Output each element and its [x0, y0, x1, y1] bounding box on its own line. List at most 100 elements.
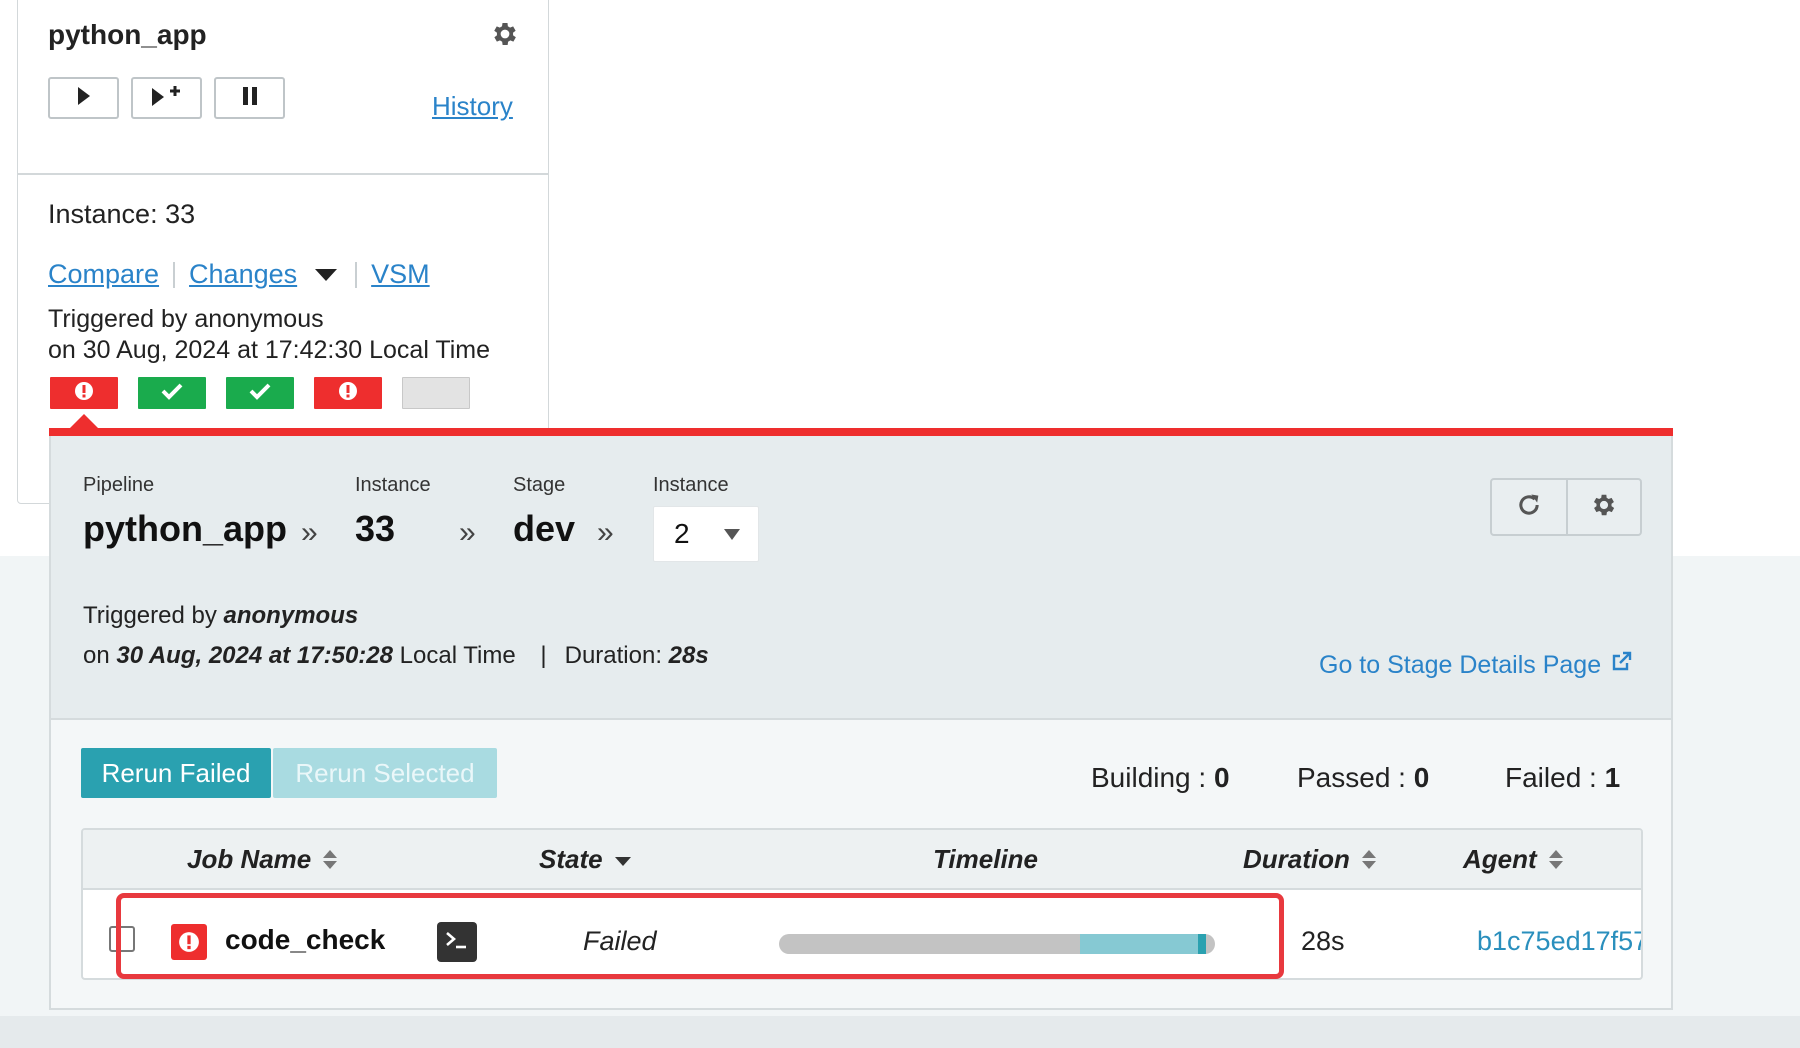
history-link[interactable]: History [432, 91, 513, 122]
jobs-table: Job Name State Timeline Duration Agent c… [81, 828, 1643, 980]
stage-datetime: 30 Aug, 2024 at 17:50:28 [116, 642, 393, 669]
failed-count-label: Failed : [1505, 762, 1597, 793]
link-separator [355, 261, 358, 288]
job-timeline-bar [779, 934, 1215, 954]
page-footer-band [0, 1016, 1800, 1048]
duration-value: 28s [668, 642, 709, 669]
stage-bar-failed[interactable] [314, 377, 382, 409]
console-log-button[interactable] [437, 922, 477, 962]
changes-dropdown-caret-icon[interactable] [315, 268, 338, 281]
local-time-suffix: Local Time [392, 642, 516, 669]
crumb-stage-label: Stage [513, 474, 566, 496]
job-failed-status-icon [171, 924, 207, 960]
pipeline-title[interactable]: python_app [48, 19, 207, 51]
play-plus-icon [150, 85, 184, 112]
state-header-label: State [539, 844, 603, 874]
stage-overview-header: Pipeline python_app » Instance 33 » Stag… [51, 436, 1671, 720]
column-header-duration[interactable]: Duration [1243, 844, 1376, 875]
stage-bar-passed[interactable] [226, 377, 294, 409]
stage-instance-value: 2 [674, 518, 690, 549]
stage-time-duration: on 30 Aug, 2024 at 17:50:28 Local Time |… [83, 642, 709, 670]
on-prefix: on [83, 642, 117, 669]
instance-links: Compare Changes VSM [48, 259, 430, 290]
stage-bar-unknown[interactable] [402, 377, 470, 409]
timeline-build-segment [1080, 934, 1206, 954]
timeline-end-marker [1198, 934, 1206, 954]
meta-divider: | [540, 642, 547, 669]
terminal-icon [444, 929, 470, 956]
trigger-with-options-button[interactable] [131, 77, 202, 119]
crumb-instance-label: Instance [355, 474, 431, 496]
breadcrumb-chevron-icon: » [459, 516, 476, 549]
stage-bar-passed[interactable] [138, 377, 206, 409]
stage-bar-failed[interactable] [50, 377, 118, 409]
instance-label: Instance: 33 [48, 199, 196, 229]
go-to-stage-details-link[interactable]: Go to Stage Details Page [1319, 650, 1633, 681]
trigger-button[interactable] [48, 77, 119, 119]
stage-overview-panel: Pipeline python_app » Instance 33 » Stag… [49, 428, 1673, 1010]
timeline-header-label: Timeline [933, 844, 1039, 874]
refresh-button[interactable] [1492, 480, 1566, 534]
job-state: Failed [583, 926, 657, 956]
agent-header-label: Agent [1463, 844, 1537, 874]
triggered-prefix: Triggered by [83, 602, 224, 629]
job-name-link[interactable]: code_check [225, 924, 385, 956]
pause-icon [242, 86, 258, 111]
stage-status-top-border [49, 428, 1673, 436]
job-select-checkbox[interactable] [109, 926, 135, 952]
crumb-instance-value: 33 [355, 508, 396, 549]
stage-instance-select[interactable]: 2 [653, 506, 759, 562]
crumb-stage-instance-label: Instance [653, 474, 729, 496]
refresh-icon [1515, 491, 1543, 524]
go-to-stage-details-label: Go to Stage Details Page [1319, 651, 1602, 679]
rerun-selected-button[interactable]: Rerun Selected [273, 748, 497, 798]
breadcrumb-chevron-icon: » [597, 516, 614, 549]
job-duration: 28s [1301, 926, 1345, 956]
check-icon [161, 382, 183, 405]
sort-icon [1548, 850, 1563, 869]
pause-button[interactable] [214, 77, 285, 119]
vsm-link[interactable]: VSM [371, 259, 430, 290]
exclamation-icon [74, 381, 94, 406]
link-separator [173, 261, 176, 288]
passed-count: Passed : 0 [1297, 762, 1429, 794]
column-header-job-name[interactable]: Job Name [187, 844, 338, 875]
stage-triggered-by: Triggered by anonymous [83, 602, 358, 630]
failed-count-value: 1 [1604, 762, 1621, 793]
stage-settings-button[interactable] [1565, 480, 1640, 534]
crumb-pipeline-label: Pipeline [83, 474, 155, 496]
external-link-icon [1609, 650, 1633, 681]
duration-label: Duration: [564, 642, 669, 669]
building-count-label: Building : [1091, 762, 1207, 793]
dropdown-arrow-icon [724, 529, 740, 540]
crumb-pipeline-value: python_app [83, 508, 287, 549]
job-agent-link[interactable]: b1c75ed17f57 [1477, 926, 1641, 957]
card-divider [18, 173, 548, 175]
building-count: Building : 0 [1091, 762, 1230, 794]
gear-icon [1590, 491, 1618, 524]
duration-header-label: Duration [1243, 844, 1350, 874]
check-icon [249, 382, 271, 405]
selected-stage-pointer [70, 414, 98, 428]
triggered-by-user: anonymous [223, 602, 359, 629]
exclamation-icon [338, 381, 358, 406]
column-header-agent[interactable]: Agent [1463, 844, 1563, 875]
passed-count-value: 0 [1413, 762, 1430, 793]
changes-link[interactable]: Changes [189, 259, 297, 290]
jobs-table-header: Job Name State Timeline Duration Agent [83, 830, 1641, 890]
triggered-time-text: on 30 Aug, 2024 at 17:42:30 Local Time [48, 336, 491, 364]
sort-icon [323, 850, 338, 869]
column-header-state[interactable]: State [539, 844, 631, 875]
rerun-failed-button[interactable]: Rerun Failed [81, 748, 271, 798]
column-header-timeline: Timeline [933, 844, 1038, 875]
pipeline-settings-gear-icon[interactable] [490, 19, 520, 49]
passed-count-label: Passed : [1297, 762, 1406, 793]
compare-link[interactable]: Compare [48, 259, 159, 290]
sort-icon [1361, 850, 1376, 869]
job-name-header-label: Job Name [187, 844, 312, 874]
play-icon [76, 86, 92, 111]
stage-actions-group [1490, 478, 1642, 536]
triggered-by-text: Triggered by anonymous [48, 305, 324, 333]
building-count-value: 0 [1213, 762, 1230, 793]
crumb-stage-value: dev [513, 508, 576, 549]
